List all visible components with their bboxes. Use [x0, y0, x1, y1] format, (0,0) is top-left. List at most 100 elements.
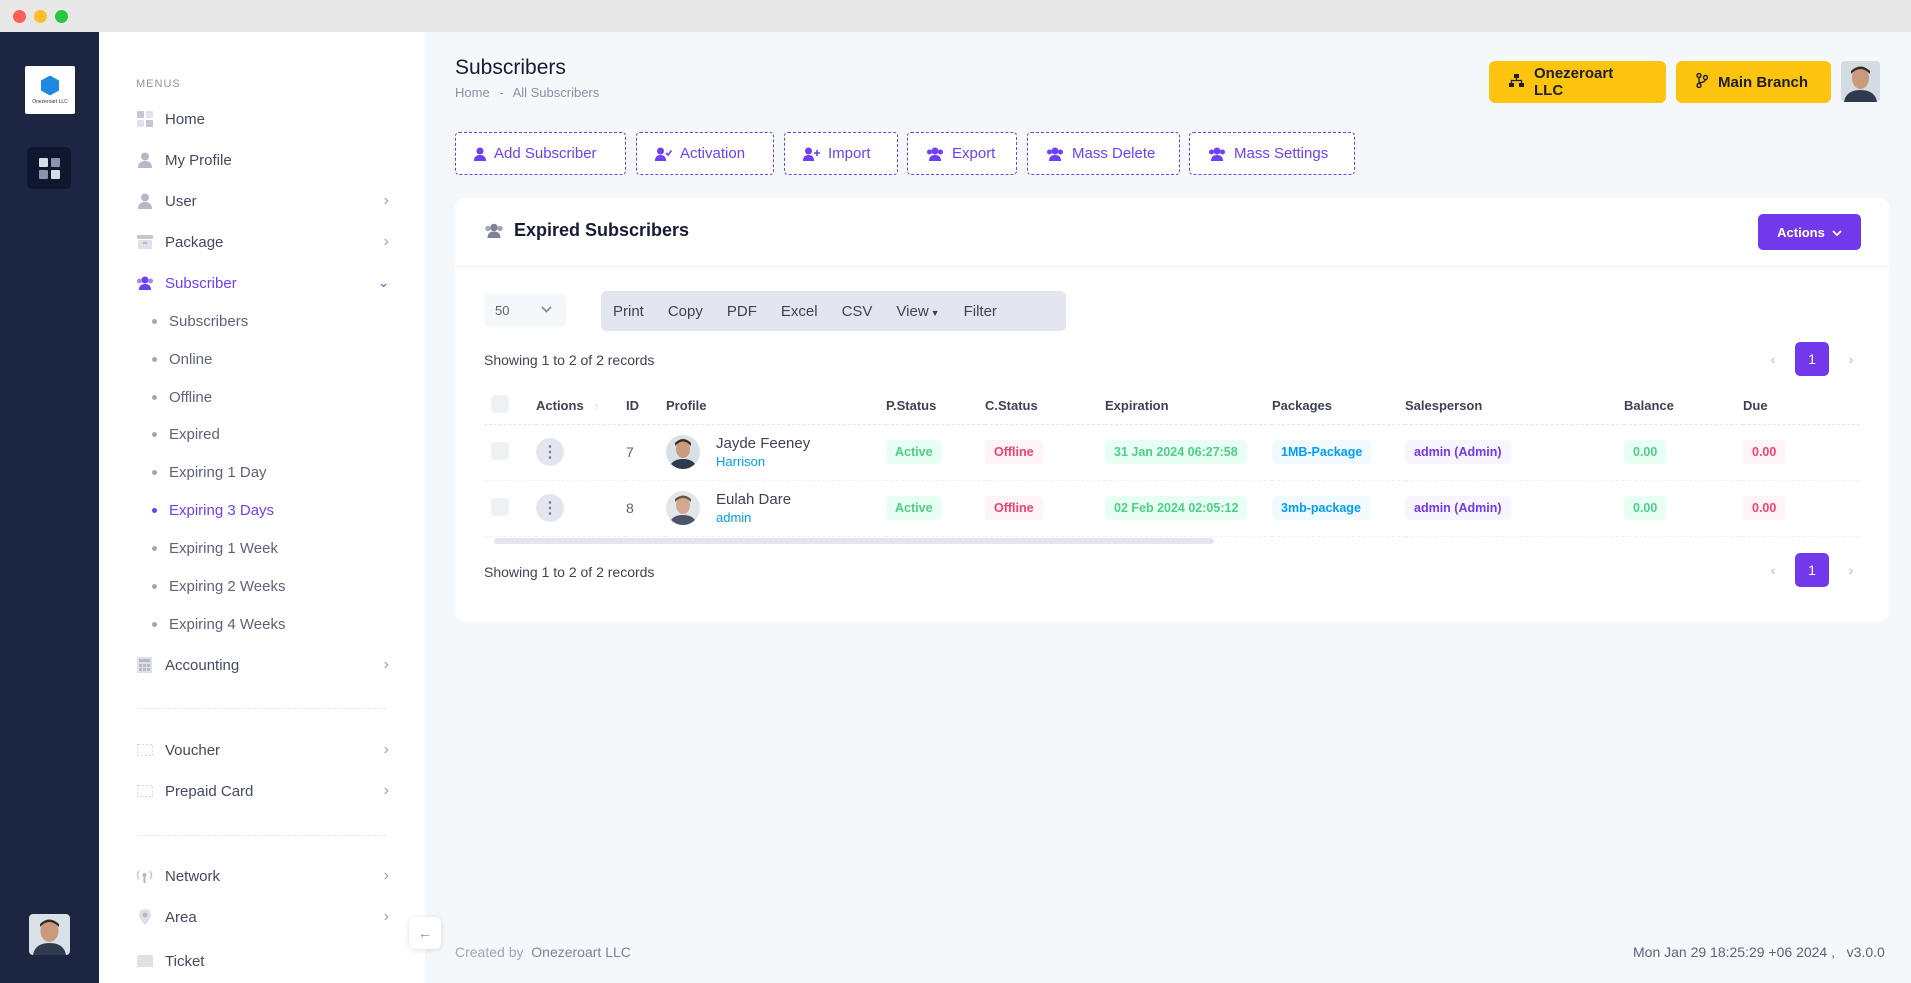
close-window-button[interactable] [13, 10, 26, 23]
next-page-icon[interactable]: › [1839, 562, 1863, 578]
branch-select-button[interactable]: Main Branch [1676, 61, 1831, 103]
add-subscriber-button[interactable]: Add Subscriber [455, 132, 626, 175]
footer-created-by: Created by [455, 944, 524, 960]
next-page-icon[interactable]: › [1839, 351, 1863, 367]
sidebar-item-label: Package [165, 233, 224, 251]
subscriber-username[interactable]: admin [716, 510, 791, 525]
submenu-item-offline[interactable]: Offline [152, 385, 212, 409]
column-header-pstatus[interactable]: P.Status [886, 388, 985, 425]
minimize-window-button[interactable] [34, 10, 47, 23]
column-header-id[interactable]: ID [626, 388, 666, 425]
column-header-actions[interactable]: Actions ↑ [536, 388, 626, 425]
csv-button[interactable]: CSV [830, 303, 885, 320]
pstatus-badge: Active [886, 440, 942, 464]
network-antenna-icon [136, 868, 153, 885]
excel-button[interactable]: Excel [769, 303, 830, 320]
subscriber-username[interactable]: Harrison [716, 454, 810, 469]
mass-delete-button[interactable]: Mass Delete [1027, 132, 1180, 175]
calculator-icon [136, 657, 153, 674]
cstatus-badge: Offline [985, 496, 1043, 520]
import-button[interactable]: Import [784, 132, 898, 175]
table-row: ⋮ 7 Jayde Feeney Harrison Active Offline … [484, 424, 1860, 481]
activation-label: Activation [680, 145, 746, 162]
export-button[interactable]: Export [907, 132, 1017, 175]
row-actions-menu-icon[interactable]: ⋮ [536, 438, 564, 466]
row-actions-menu-icon[interactable]: ⋮ [536, 494, 564, 522]
bullet-icon [152, 469, 157, 475]
prev-page-icon[interactable]: ‹ [1761, 351, 1785, 367]
window-titlebar [0, 0, 1911, 32]
rail-user-avatar[interactable] [29, 914, 70, 955]
salesperson-badge: admin (Admin) [1405, 440, 1511, 464]
subscriber-name[interactable]: Eulah Dare [716, 491, 791, 508]
copy-button[interactable]: Copy [656, 303, 715, 320]
sidebar-collapse-button[interactable]: ← [409, 917, 441, 949]
dashboard-grid-icon[interactable] [27, 147, 71, 189]
submenu-item-expiring-2-weeks[interactable]: Expiring 2 Weeks [152, 574, 285, 598]
sidebar-item-label: Network [165, 867, 221, 885]
users-group-icon [1046, 147, 1064, 161]
submenu-item-expiring-3-days[interactable]: Expiring 3 Days [152, 498, 274, 522]
export-label: Export [952, 145, 996, 162]
sidebar-divider [138, 835, 386, 836]
pstatus-badge: Active [886, 496, 942, 520]
sidebar-item-package[interactable]: Package › [136, 227, 389, 257]
sidebar-item-my-profile[interactable]: My Profile [136, 145, 389, 175]
bullet-icon [152, 394, 157, 400]
column-header-cstatus[interactable]: C.Status [985, 388, 1105, 425]
column-header-salesperson[interactable]: Salesperson [1405, 388, 1624, 425]
submenu-item-expiring-1-day[interactable]: Expiring 1 Day [152, 460, 267, 484]
select-all-checkbox[interactable] [491, 395, 509, 414]
submenu-item-expired[interactable]: Expired [152, 422, 220, 446]
column-header-balance[interactable]: Balance [1624, 388, 1743, 425]
brand-logo[interactable]: Onezeroart LLC [25, 66, 75, 114]
pdf-button[interactable]: PDF [715, 303, 769, 320]
sidebar-item-area[interactable]: Area › [136, 902, 389, 932]
submenu-item-online[interactable]: Online [152, 347, 212, 371]
submenu-label: Expiring 4 Weeks [169, 615, 286, 633]
sidebar-item-accounting[interactable]: Accounting › [136, 650, 389, 680]
header-user-avatar[interactable] [1841, 61, 1880, 102]
chevron-right-icon: › [383, 656, 389, 673]
footer-company-link[interactable]: Onezeroart LLC [531, 944, 631, 960]
sidebar-item-prepaid-card[interactable]: Prepaid Card › [136, 776, 389, 806]
bullet-icon [152, 356, 157, 362]
prev-page-icon[interactable]: ‹ [1761, 562, 1785, 578]
company-select-button[interactable]: Onezeroart LLC [1489, 61, 1666, 103]
mass-settings-button[interactable]: Mass Settings [1189, 132, 1355, 175]
package-box-icon [136, 234, 153, 251]
subscriber-name[interactable]: Jayde Feeney [716, 435, 810, 452]
horizontal-scrollbar[interactable] [494, 538, 1214, 544]
submenu-label: Expiring 1 Day [169, 463, 267, 481]
ticket-icon [136, 953, 153, 970]
sidebar-item-network[interactable]: Network › [136, 861, 389, 891]
column-header-expiration[interactable]: Expiration [1105, 388, 1272, 425]
page-length-select[interactable]: 50 [484, 294, 566, 327]
page-button[interactable]: 1 [1795, 553, 1829, 587]
actions-dropdown-button[interactable]: Actions [1758, 214, 1861, 250]
pagination-bottom: ‹ 1 › [1761, 553, 1863, 587]
view-dropdown-button[interactable]: View ▼ [884, 303, 951, 320]
submenu-item-subscribers[interactable]: Subscribers [152, 309, 248, 333]
due-badge: 0.00 [1743, 496, 1786, 520]
card-header: Expired Subscribers Actions [455, 198, 1889, 267]
print-button[interactable]: Print [601, 303, 656, 320]
sidebar-item-voucher[interactable]: Voucher › [136, 735, 389, 765]
sidebar-item-ticket[interactable]: Ticket [136, 949, 389, 976]
activation-button[interactable]: Activation [636, 132, 774, 175]
submenu-item-expiring-1-week[interactable]: Expiring 1 Week [152, 536, 278, 560]
column-header-due[interactable]: Due [1743, 388, 1860, 425]
sidebar-item-home[interactable]: Home [136, 104, 389, 134]
sidebar-item-subscriber[interactable]: Subscriber ⌄ [136, 268, 389, 298]
column-header-profile[interactable]: Profile [666, 388, 886, 425]
breadcrumb-home[interactable]: Home [455, 85, 490, 100]
submenu-item-expiring-4-weeks[interactable]: Expiring 4 Weeks [152, 612, 285, 636]
column-header-packages[interactable]: Packages [1272, 388, 1405, 425]
bullet-icon [152, 621, 157, 627]
row-checkbox[interactable] [491, 441, 509, 460]
page-button[interactable]: 1 [1795, 342, 1829, 376]
filter-button[interactable]: Filter [952, 303, 1009, 320]
sidebar-item-user[interactable]: User › [136, 186, 389, 216]
maximize-window-button[interactable] [55, 10, 68, 23]
row-checkbox[interactable] [491, 497, 509, 516]
